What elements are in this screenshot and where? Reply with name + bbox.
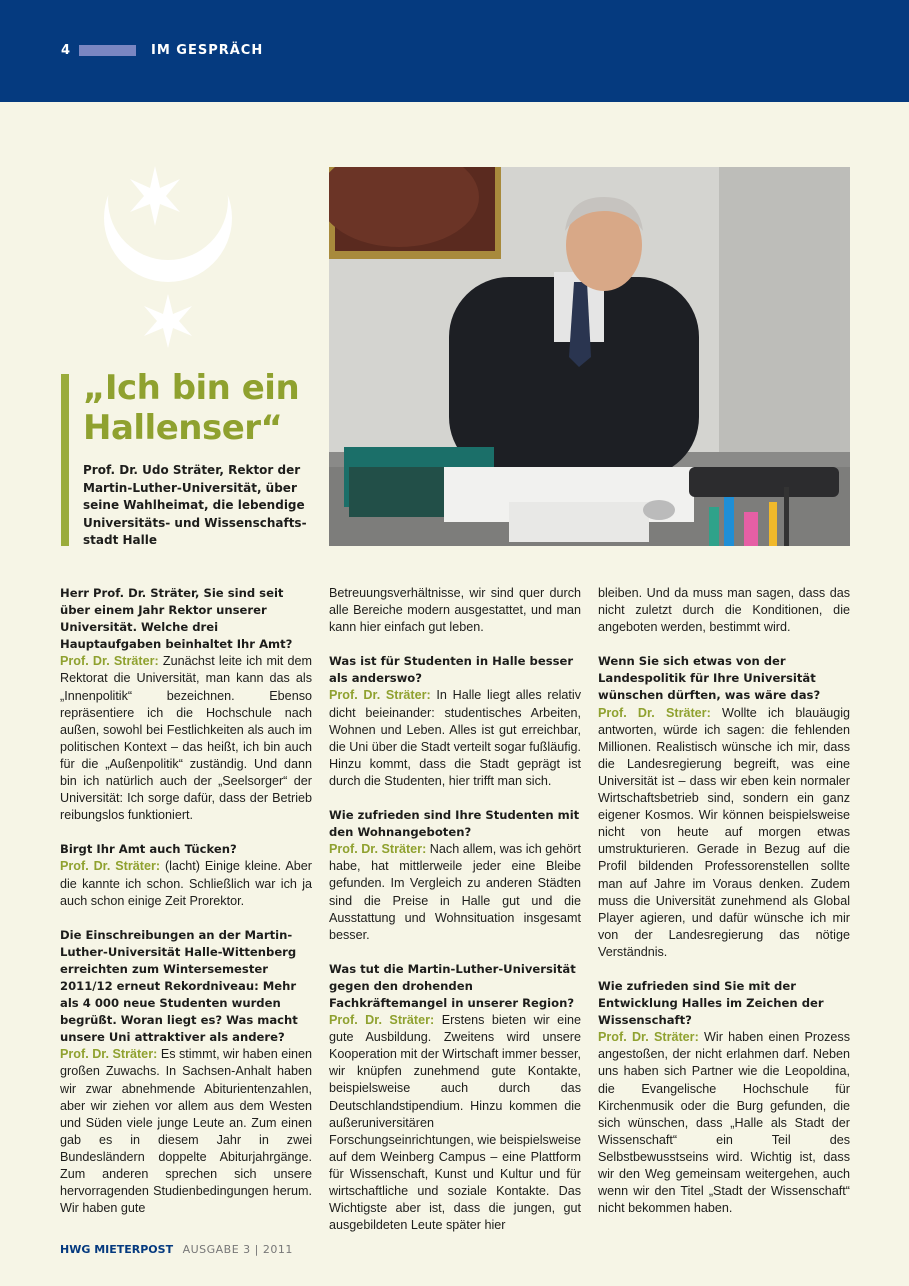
answer-text: Es stimmt, wir haben einen großen Zuwach…: [60, 1047, 313, 1216]
headline: „Ich bin ein Hallenser“: [83, 368, 323, 448]
speaker-label: Prof. Dr. Sträter:: [598, 1030, 699, 1045]
question: Herr Prof. Dr. Sträter, Sie sind seit üb…: [60, 586, 293, 652]
answer-continued: Betreuungsverhältnisse, wir sind quer du…: [329, 586, 581, 635]
answer-continued: bleiben. Und da muss man sagen, dass das…: [598, 586, 850, 635]
article-column-3: bleiben. Und da muss man sagen, dass das…: [598, 585, 850, 1217]
headline-line-1: „Ich bin ein: [83, 368, 300, 408]
question: Wie zufrieden sind Ihre Studenten mit de…: [329, 808, 580, 840]
article-column-1: Herr Prof. Dr. Sträter, Sie sind seit üb…: [60, 585, 312, 1217]
question: Birgt Ihr Amt auch Tücken?: [60, 842, 237, 857]
answer: Prof. Dr. Sträter: Nach allem, was ich g…: [329, 841, 581, 944]
page-number: 4: [61, 43, 71, 58]
answer: Prof. Dr. Sträter: In Halle liegt alles …: [329, 687, 581, 790]
portrait-photo: [329, 167, 850, 546]
header-bar: [0, 0, 909, 102]
answer-text: In Halle liegt alles relativ dicht beiei…: [329, 688, 582, 788]
question: Was tut die Martin-Luther-Universität ge…: [329, 961, 576, 1010]
speaker-label: Prof. Dr. Sträter:: [598, 705, 711, 720]
speaker-label: Prof. Dr. Sträter:: [60, 1047, 158, 1062]
answer: Prof. Dr. Sträter: Wir haben einen Proze…: [598, 1029, 850, 1217]
question: Was ist für Studenten in Halle besser al…: [329, 654, 574, 686]
answer: Prof. Dr. Sträter: Wollte ich blauäugig …: [598, 705, 850, 961]
footer: HWG MIETERPOST AUSGABE 3 | 2011: [60, 1243, 293, 1256]
halle-emblem-icon: [104, 166, 232, 348]
speaker-label: Prof. Dr. Sträter:: [329, 1013, 435, 1028]
speaker-label: Prof. Dr. Sträter:: [329, 688, 431, 703]
footer-issue: AUSGABE 3 | 2011: [182, 1243, 293, 1256]
answer: Prof. Dr. Sträter: Zunächst leite ich mi…: [60, 653, 312, 824]
question: Wie zufrieden sind Sie mit der Entwicklu…: [598, 978, 824, 1028]
answer-text: Nach allem, was ich gehört habe, hat mit…: [329, 842, 581, 942]
footer-brand: HWG MIETERPOST: [60, 1243, 174, 1256]
headline-line-2: Hallenser“: [83, 408, 283, 448]
speaker-label: Prof. Dr. Sträter:: [60, 859, 161, 874]
page-number-accent-bar: [79, 45, 136, 56]
speaker-label: Prof. Dr. Sträter:: [329, 842, 427, 857]
question: Wenn Sie sich etwas von der Landespoliti…: [598, 654, 821, 703]
answer: Prof. Dr. Sträter: Es stimmt, wir haben …: [60, 1046, 312, 1217]
answer-text: Wir haben einen Prozess angestoßen, der …: [598, 1030, 851, 1216]
speaker-label: Prof. Dr. Sträter:: [60, 654, 159, 669]
answer: Prof. Dr. Sträter: Erstens bieten wir ei…: [329, 1012, 581, 1234]
answer-text: Erstens bieten wir eine gute Ausbildung.…: [329, 1013, 582, 1233]
subheadline: Prof. Dr. Udo Sträter, Rektor der Martin…: [83, 463, 307, 547]
answer-text: Wollte ich blauäugig antworten, würde ic…: [598, 705, 851, 959]
article-column-2: Betreuungsverhältnisse, wir sind quer du…: [329, 585, 581, 1234]
section-title: IM GESPRÄCH: [151, 43, 264, 58]
answer-text: Zunächst leite ich mit dem Rektorat die …: [60, 654, 312, 823]
answer: Prof. Dr. Sträter: (lacht) Einige kleine…: [60, 858, 312, 909]
question: Die Einschreibungen an der Martin-Luther…: [60, 927, 298, 1045]
headline-accent-bar: [61, 374, 69, 546]
